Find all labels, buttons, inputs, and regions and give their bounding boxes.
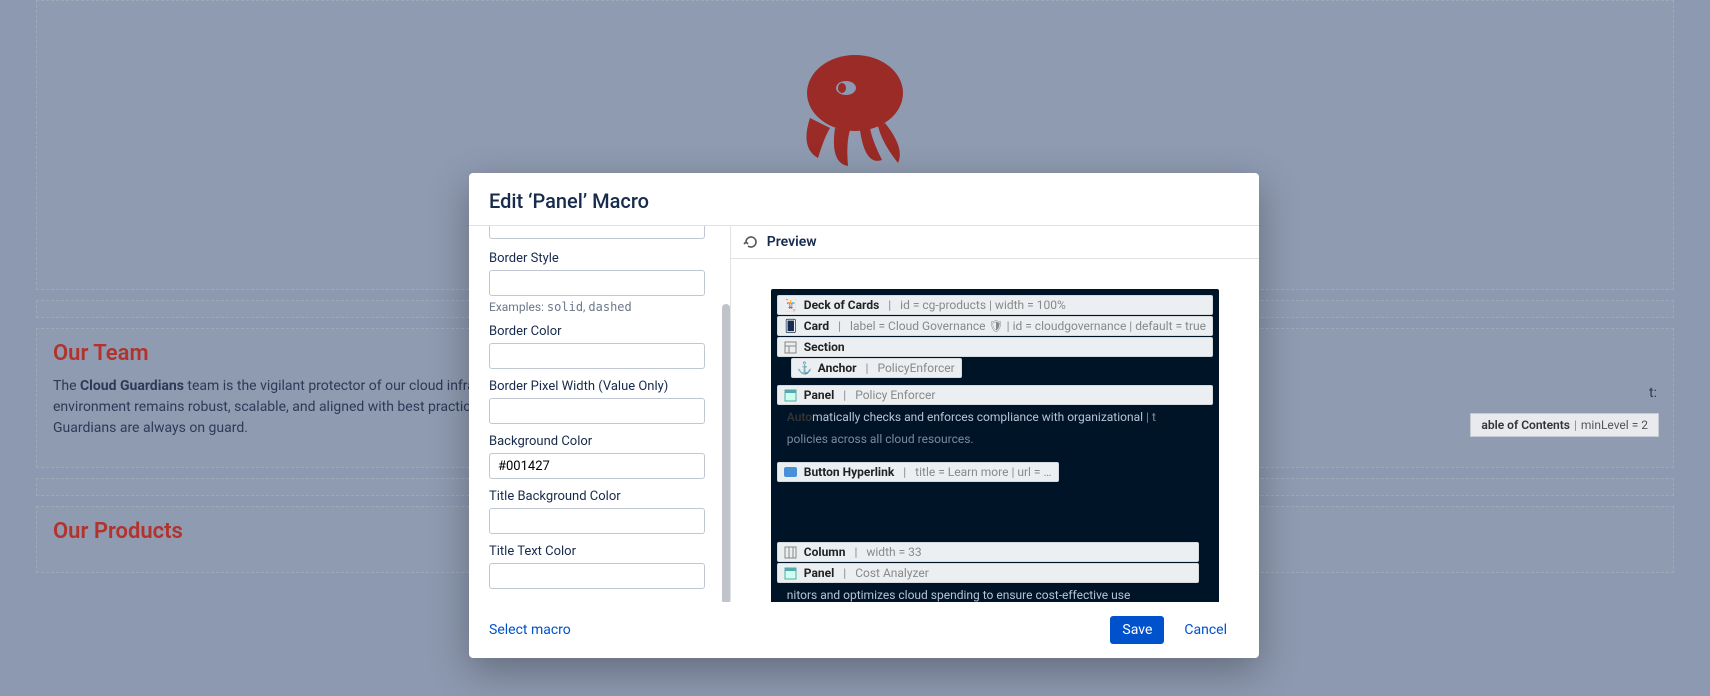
border-width-input[interactable]: [489, 398, 705, 424]
deck-icon: 🃏: [784, 298, 798, 312]
dialog-title: Edit ‘Panel’ Macro: [469, 173, 1259, 225]
macro-column[interactable]: Column | width = 33: [777, 542, 1199, 562]
border-style-help: Examples: solid, dashed: [489, 300, 724, 314]
macro-card[interactable]: 🂠 Card | label = Cloud Governance 🛡 | id…: [777, 316, 1213, 336]
panel-icon: [784, 566, 798, 580]
refresh-icon[interactable]: [743, 234, 759, 250]
cancel-button[interactable]: Cancel: [1172, 616, 1239, 644]
preview-pane: Preview 🃏 Deck of Cards | id = cg-produc…: [730, 226, 1259, 602]
panel-icon: [784, 388, 798, 402]
edit-panel-macro-dialog: Edit ‘Panel’ Macro Border Style Examples…: [469, 173, 1259, 658]
toc-macro-chip[interactable]: able of Contents|minLevel = 2: [1470, 413, 1659, 437]
select-macro-link[interactable]: Select macro: [489, 622, 571, 638]
preview-label: Preview: [767, 234, 817, 250]
octopus-logo: [790, 48, 920, 172]
macro-anchor[interactable]: ⚓ Anchor | PolicyEnforcer: [791, 358, 962, 378]
anchor-icon: ⚓: [798, 361, 812, 375]
border-color-input[interactable]: [489, 343, 705, 369]
panel-cost-text: nitors and optimizes cloud spending to e…: [777, 584, 1199, 602]
panel-body-text: Automatically checks and enforces compli…: [777, 406, 1213, 430]
title-text-color-input[interactable]: [489, 563, 705, 589]
title-bg-color-input[interactable]: [489, 508, 705, 534]
macro-section[interactable]: Section: [777, 337, 1213, 357]
card-icon: 🂠: [784, 319, 798, 333]
macro-form-pane: Border Style Examples: solid, dashed Bor…: [469, 226, 730, 602]
section-icon: [784, 340, 798, 354]
border-style-label: Border Style: [489, 251, 724, 266]
column-icon: [784, 545, 798, 559]
button-icon: [784, 465, 798, 479]
panel-body-text-2: policies across all cloud resources.: [777, 430, 1213, 452]
macro-button-hyperlink[interactable]: Button Hyperlink | title = Learn more | …: [777, 462, 1059, 482]
background-color-input[interactable]: [489, 453, 705, 479]
title-bg-color-label: Title Background Color: [489, 489, 724, 504]
background-color-label: Background Color: [489, 434, 724, 449]
truncated-field-input[interactable]: [489, 226, 705, 239]
macro-deck-of-cards[interactable]: 🃏 Deck of Cards | id = cg-products | wid…: [777, 295, 1213, 315]
truncated-t: t:: [1649, 385, 1657, 401]
title-text-color-label: Title Text Color: [489, 544, 724, 559]
macro-panel-cost[interactable]: Panel | Cost Analyzer: [777, 563, 1199, 583]
border-color-label: Border Color: [489, 324, 724, 339]
border-style-input[interactable]: [489, 270, 705, 296]
macro-panel-policy[interactable]: Panel | Policy Enforcer: [777, 385, 1213, 405]
save-button[interactable]: Save: [1110, 616, 1164, 644]
border-width-label: Border Pixel Width (Value Only): [489, 379, 724, 394]
form-scrollbar[interactable]: [722, 304, 730, 602]
panel-preview: 🃏 Deck of Cards | id = cg-products | wid…: [771, 289, 1219, 602]
